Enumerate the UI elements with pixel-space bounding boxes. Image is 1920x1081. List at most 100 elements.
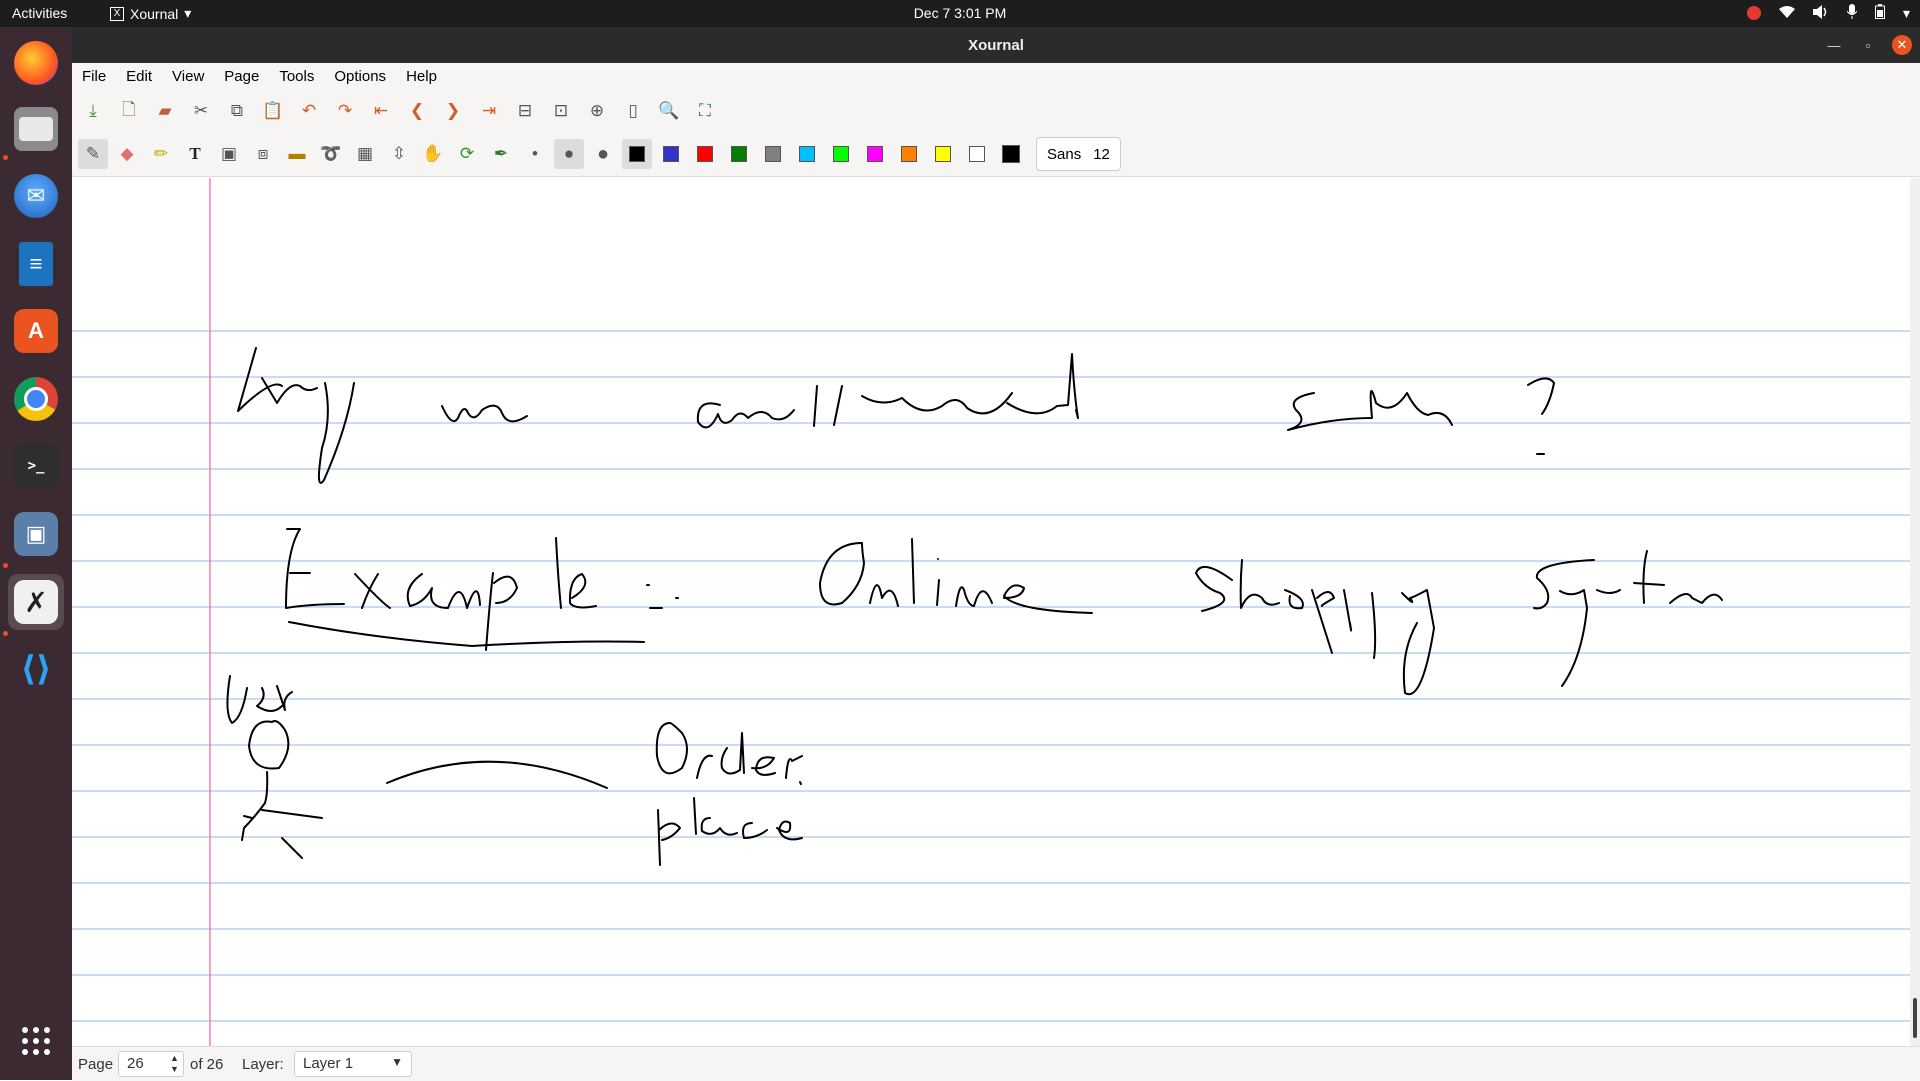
medium-line-icon[interactable]: ●: [554, 139, 584, 169]
clock-label[interactable]: Dec 7 3:01 PM: [914, 5, 1007, 21]
paper-page[interactable]: [72, 178, 1910, 1046]
color-swatch-gray[interactable]: [758, 139, 788, 169]
zoom-fit-icon[interactable]: ⊡: [546, 96, 576, 126]
app-menu[interactable]: X Xournal ▾: [110, 5, 191, 22]
maximize-button[interactable]: ▫: [1858, 35, 1878, 55]
previous-page-icon[interactable]: ❮: [402, 96, 432, 126]
xournal-app-icon: X: [110, 6, 124, 21]
save-icon[interactable]: ⤓: [78, 96, 108, 126]
color-swatch-white[interactable]: [962, 139, 992, 169]
thunderbird-icon[interactable]: ✉: [8, 168, 64, 224]
color-custom-button[interactable]: [996, 139, 1026, 169]
zoom-out-icon[interactable]: ⊟: [510, 96, 540, 126]
highlighter-icon[interactable]: ✏: [146, 139, 176, 169]
undo-icon[interactable]: ↶: [294, 96, 324, 126]
volume-icon[interactable]: [1812, 4, 1829, 22]
redo-icon[interactable]: ↷: [330, 96, 360, 126]
close-button[interactable]: ✕: [1892, 35, 1912, 55]
chevron-down-icon: ▾: [184, 5, 192, 21]
hand-tool-icon[interactable]: ✋: [418, 139, 448, 169]
font-name: Sans: [1047, 145, 1082, 163]
firefox-icon[interactable]: [8, 35, 64, 91]
menu-file[interactable]: File: [72, 68, 116, 85]
search-icon[interactable]: 🔍: [654, 96, 684, 126]
activities-button[interactable]: Activities: [12, 5, 67, 21]
menu-bar: File Edit View Page Tools Options Help: [72, 63, 1920, 90]
copy-icon[interactable]: ⧉: [222, 96, 252, 126]
system-tray[interactable]: ▾: [1746, 4, 1910, 22]
terminal-icon[interactable]: >_: [8, 438, 64, 494]
color-swatch-red[interactable]: [690, 139, 720, 169]
eraser-icon[interactable]: ◆: [112, 139, 142, 169]
vertical-scrollbar[interactable]: [1910, 178, 1920, 1046]
zoom-in-icon[interactable]: ⊕: [582, 96, 612, 126]
dock: ✉ ≡ A >_ ▣ ✗ ⟨⟩: [0, 27, 72, 1080]
scrollbar-thumb[interactable]: [1913, 998, 1917, 1038]
menu-help[interactable]: Help: [396, 68, 447, 85]
ruler-icon[interactable]: ▬: [282, 139, 312, 169]
page-spinner[interactable]: ▲ ▼: [170, 1053, 182, 1075]
color-swatch-blue[interactable]: [656, 139, 686, 169]
window-titlebar[interactable]: Xournal — ▫ ✕: [72, 27, 1920, 63]
fullscreen-icon[interactable]: ⛶: [690, 96, 720, 126]
pen-settings-icon[interactable]: ✒: [486, 139, 516, 169]
xournal-icon[interactable]: ✗: [8, 574, 64, 630]
spin-down-icon[interactable]: ▼: [170, 1064, 182, 1075]
default-tools-icon[interactable]: ⟳: [452, 139, 482, 169]
font-button[interactable]: Sans 12: [1036, 137, 1121, 171]
spin-up-icon[interactable]: ▲: [170, 1053, 182, 1064]
vscode-icon[interactable]: ⟨⟩: [8, 641, 64, 697]
menu-tools[interactable]: Tools: [269, 68, 324, 85]
chrome-icon[interactable]: [8, 371, 64, 427]
paste-icon[interactable]: 📋: [258, 96, 288, 126]
wifi-icon[interactable]: [1778, 5, 1795, 21]
battery-icon[interactable]: [1874, 4, 1885, 22]
color-swatch-orange[interactable]: [894, 139, 924, 169]
thin-line-icon[interactable]: •: [520, 139, 550, 169]
files-icon[interactable]: [8, 101, 64, 157]
software-icon[interactable]: A: [8, 303, 64, 359]
next-page-icon[interactable]: ❯: [438, 96, 468, 126]
menu-view[interactable]: View: [162, 68, 214, 85]
color-swatch-lightblue[interactable]: [792, 139, 822, 169]
vertical-space-icon[interactable]: ⇳: [384, 139, 414, 169]
running-indicator: [3, 155, 8, 160]
text-tool-icon[interactable]: T: [180, 139, 210, 169]
image-tool-icon[interactable]: ▣: [214, 139, 244, 169]
shape-recognizer-icon[interactable]: ⧈: [248, 139, 278, 169]
app-grid-icon[interactable]: [8, 1013, 64, 1069]
colon-dash: [646, 584, 679, 609]
last-page-icon[interactable]: ⇥: [474, 96, 504, 126]
association-line: [386, 760, 608, 789]
cut-icon[interactable]: ✂: [186, 96, 216, 126]
writer-icon[interactable]: ≡: [8, 236, 64, 292]
chevron-down-icon[interactable]: ▾: [1903, 5, 1910, 22]
menu-page[interactable]: Page: [214, 68, 269, 85]
rect-select-icon[interactable]: ▦: [350, 139, 380, 169]
color-swatch-lightgreen[interactable]: [826, 139, 856, 169]
drawing-canvas[interactable]: [72, 178, 1910, 1046]
minimize-button[interactable]: —: [1824, 35, 1844, 55]
menu-options[interactable]: Options: [324, 68, 396, 85]
record-icon[interactable]: [1746, 6, 1761, 20]
zoom-page-icon[interactable]: ▯: [618, 96, 648, 126]
stick-figure-body: [241, 771, 323, 859]
color-swatch-magenta[interactable]: [860, 139, 890, 169]
word-online: [819, 538, 1093, 614]
new-file-icon[interactable]: 🗋: [114, 96, 144, 126]
first-page-icon[interactable]: ⇤: [366, 96, 396, 126]
color-swatch-green[interactable]: [724, 139, 754, 169]
page-number-value: 26: [127, 1055, 144, 1072]
pen-icon[interactable]: ✎: [78, 139, 108, 169]
lasso-select-icon[interactable]: ➰: [316, 139, 346, 169]
color-swatch-black[interactable]: [622, 139, 652, 169]
mic-icon[interactable]: [1846, 4, 1858, 22]
swatch-fill: [1002, 145, 1020, 163]
open-file-icon[interactable]: ▰: [150, 96, 180, 126]
swatch-fill: [663, 146, 679, 162]
color-swatch-yellow[interactable]: [928, 139, 958, 169]
layer-dropdown[interactable]: Layer 1 ▼: [294, 1051, 412, 1077]
thick-line-icon[interactable]: ●: [588, 139, 618, 169]
screenshot-icon[interactable]: ▣: [8, 506, 64, 562]
menu-edit[interactable]: Edit: [116, 68, 162, 85]
